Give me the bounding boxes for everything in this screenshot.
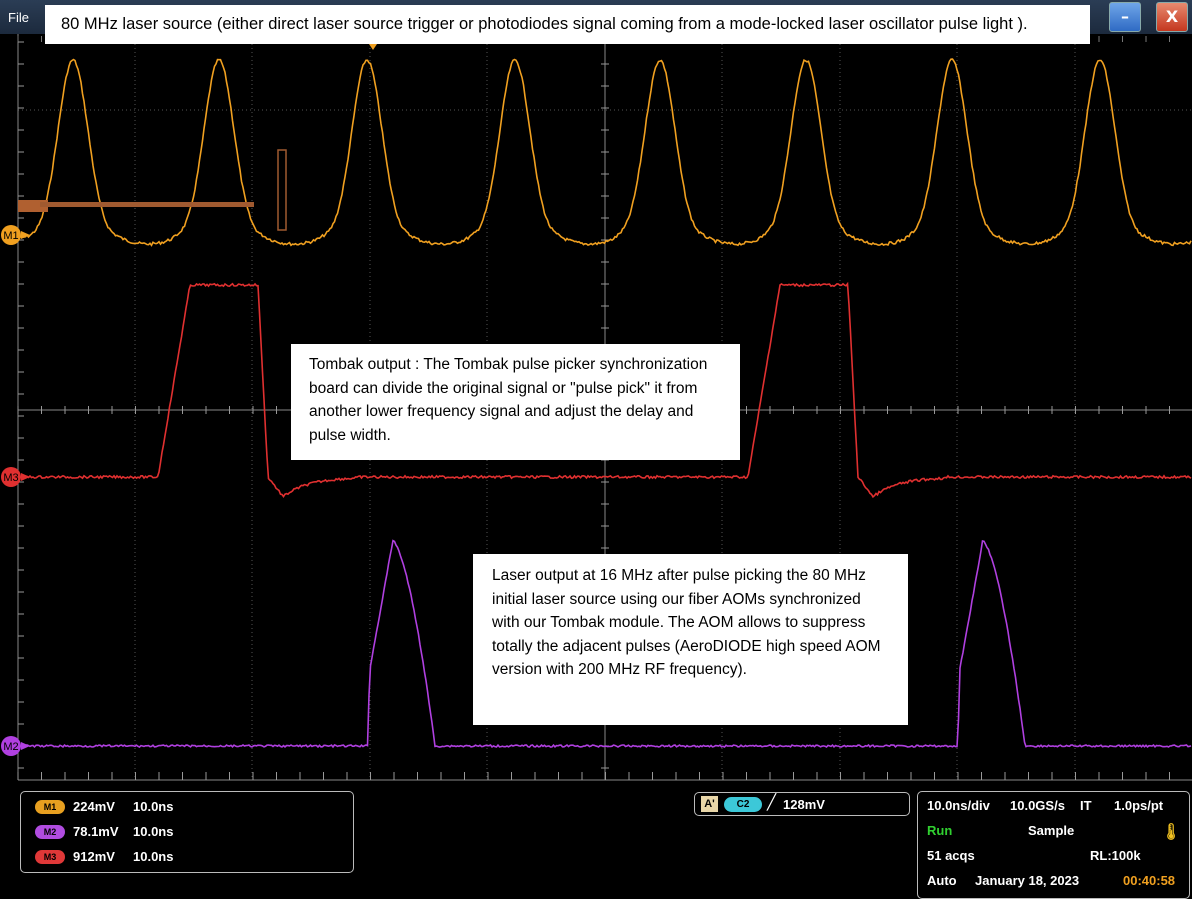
- trigger-readout-panel[interactable]: A' C2 ╱ 128mV: [694, 792, 910, 816]
- acquisition-count: 51 acqs: [927, 848, 975, 863]
- channel-marker-m2[interactable]: M2: [1, 736, 30, 756]
- thermometer-icon: 🌡: [1161, 824, 1182, 841]
- run-state[interactable]: Run: [927, 823, 952, 838]
- marker-arrow: [21, 742, 30, 750]
- channel-badge: M2: [35, 824, 65, 839]
- cursor-overlay: [18, 44, 377, 231]
- channel-timebase: 10.0ns: [133, 849, 174, 865]
- channel-marker-m3[interactable]: M3: [1, 467, 30, 487]
- channel-badge: M1: [35, 799, 65, 814]
- channel-row[interactable]: M3 912mV 10.0ns: [35, 848, 173, 868]
- channel-row[interactable]: M1 224mV 10.0ns: [35, 798, 173, 818]
- channel-scale: 78.1mV: [73, 824, 119, 840]
- channel-scale: 912mV: [73, 849, 115, 865]
- close-button[interactable]: X: [1156, 2, 1188, 32]
- channel-markers: M1 M3 M2: [1, 225, 30, 756]
- marker-arrow: [21, 473, 30, 481]
- marker-label: M3: [3, 472, 18, 484]
- trigger-mode: Auto: [927, 873, 957, 888]
- file-menu[interactable]: File: [8, 10, 29, 25]
- clock-time: 00:40:58: [1123, 873, 1176, 888]
- annotation-tombak: Tombak output : The Tombak pulse picker …: [291, 344, 740, 460]
- channel-badge: M3: [35, 849, 65, 864]
- channel-scale: 224mV: [73, 799, 115, 815]
- trigger-level: 128mV: [783, 797, 825, 812]
- acquisition-panel[interactable]: 10.0ns/div 10.0GS/s IT 1.0ps/pt Run Samp…: [917, 791, 1190, 899]
- annotation-source: 80 MHz laser source (either direct laser…: [45, 5, 1090, 44]
- channel-readout-panel[interactable]: M1 224mV 10.0ns M2 78.1mV 10.0ns M3 912mV 10.0…: [20, 791, 354, 873]
- annotation-laser: Laser output at 16 MHz after pulse picki…: [473, 554, 908, 725]
- trigger-source-badge: C2: [724, 797, 762, 812]
- interpolation-mode: IT: [1080, 798, 1092, 813]
- marker-label: M1: [3, 230, 18, 242]
- time-resolution: 1.0ps/pt: [1114, 798, 1164, 813]
- minimize-button[interactable]: –: [1109, 2, 1141, 32]
- channel-timebase: 10.0ns: [133, 824, 174, 840]
- date: January 18, 2023: [975, 873, 1080, 888]
- channel-row[interactable]: M2 78.1mV 10.0ns: [35, 823, 173, 843]
- marker-label: M2: [3, 741, 18, 753]
- horizontal-scale: 10.0ns/div: [927, 798, 990, 813]
- sample-rate: 10.0GS/s: [1010, 798, 1065, 813]
- rising-edge-icon: ╱: [767, 793, 777, 811]
- acquisition-mode: Sample: [1028, 823, 1075, 838]
- trigger-mode-badge: A': [701, 796, 718, 812]
- channel-marker-m1[interactable]: M1: [1, 225, 30, 245]
- record-length: RL:100k: [1090, 848, 1141, 863]
- channel-timebase: 10.0ns: [133, 799, 174, 815]
